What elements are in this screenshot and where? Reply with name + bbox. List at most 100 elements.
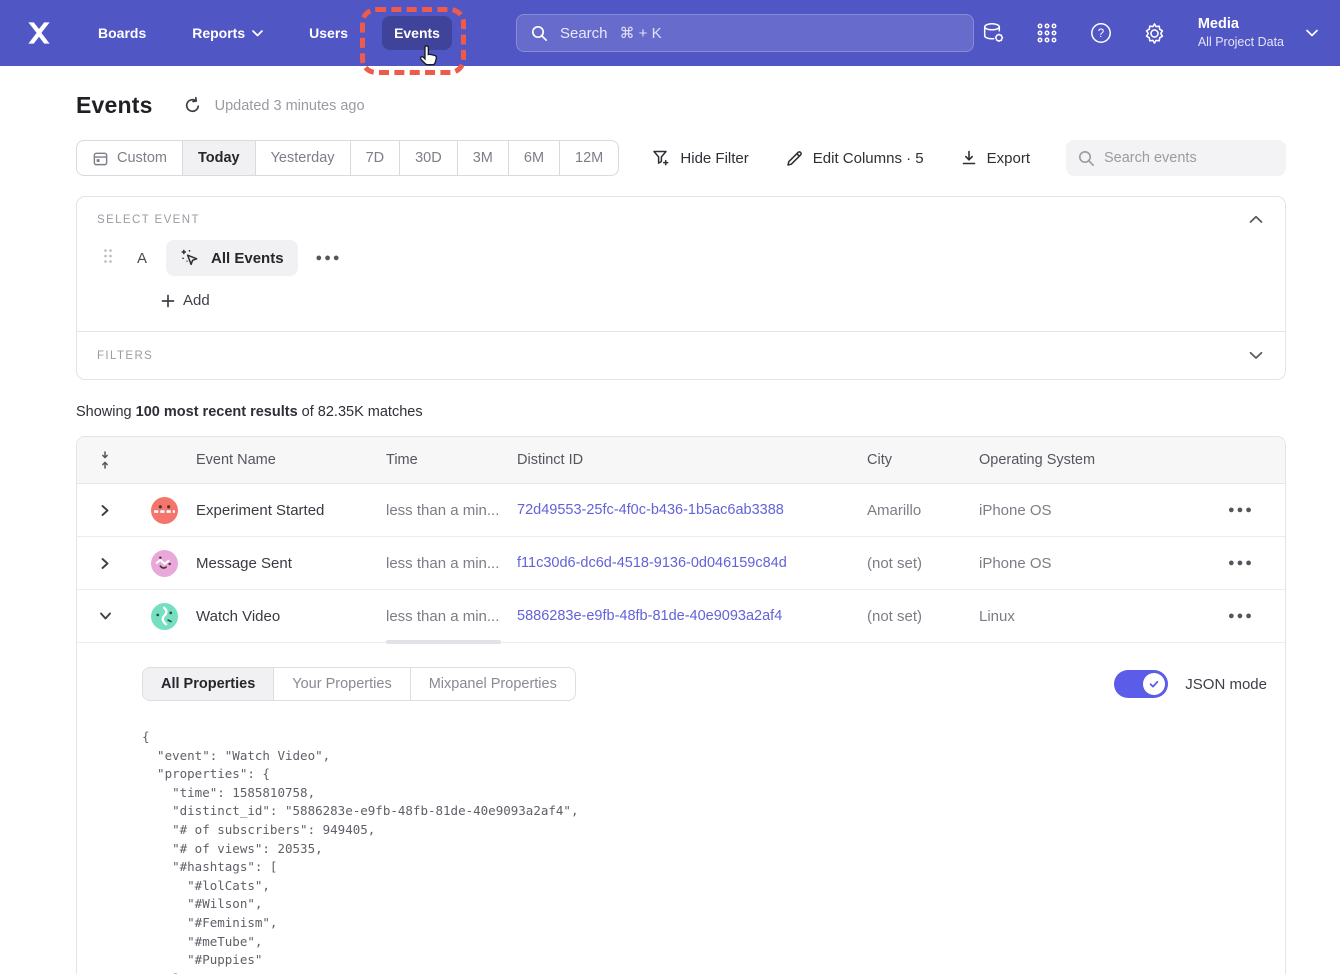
tab-your-properties-label: Your Properties <box>292 676 391 692</box>
nav-item-reports-label: Reports <box>192 25 245 41</box>
edit-columns-button[interactable]: Edit Columns · 5 <box>785 149 924 168</box>
json-mode-toggle[interactable] <box>1114 670 1168 698</box>
distinct-id-link[interactable]: 5886283e-e9fb-48fb-81de-40e9093a2af4 <box>517 608 867 624</box>
top-navbar: Boards Reports Users Events Search ⌘ + K <box>0 0 1340 66</box>
selected-event-label: All Events <box>211 250 284 267</box>
date-range-yesterday[interactable]: Yesterday <box>256 141 351 175</box>
date-range-control: Custom Today Yesterday 7D 30D 3M 6M 12M <box>76 140 619 176</box>
drag-handle[interactable] <box>97 244 119 273</box>
column-header-distinct-id[interactable]: Distinct ID <box>517 452 867 468</box>
export-button[interactable]: Export <box>960 149 1030 167</box>
date-range-7d-label: 7D <box>366 150 385 166</box>
tab-all-properties[interactable]: All Properties <box>143 668 274 700</box>
export-label: Export <box>987 150 1030 167</box>
column-header-time[interactable]: Time <box>386 452 517 468</box>
chevron-down-icon <box>1306 29 1318 37</box>
json-mode-control: JSON mode <box>1114 670 1267 698</box>
add-event-label: Add <box>183 292 210 309</box>
city-cell: (not set) <box>867 608 979 625</box>
calendar-icon <box>92 150 109 167</box>
nav-item-reports[interactable]: Reports <box>180 16 275 50</box>
refresh-button[interactable] <box>183 96 202 115</box>
tab-your-properties[interactable]: Your Properties <box>274 668 410 700</box>
tab-all-properties-label: All Properties <box>161 676 255 692</box>
date-range-30d-label: 30D <box>415 150 442 166</box>
mixpanel-logo-icon <box>26 20 52 46</box>
event-more-options-button[interactable]: ●●● <box>316 252 342 264</box>
events-table: Event Name Time Distinct ID City Operati… <box>76 436 1286 974</box>
expand-row-button[interactable] <box>77 504 133 517</box>
help-icon[interactable]: ? <box>1088 20 1114 46</box>
nav-item-boards[interactable]: Boards <box>86 16 158 50</box>
expand-row-button[interactable] <box>77 557 133 570</box>
date-range-30d[interactable]: 30D <box>400 141 458 175</box>
nav-item-events-label: Events <box>394 25 440 41</box>
row-more-options-button[interactable]: ●●● <box>1194 610 1285 622</box>
nav-item-boards-label: Boards <box>98 25 146 41</box>
mixpanel-logo[interactable] <box>22 16 56 50</box>
settings-gear-icon[interactable] <box>1142 20 1168 46</box>
row-detail-panel: All Properties Your Properties Mixpanel … <box>77 643 1285 974</box>
page-title: Events <box>76 92 153 119</box>
hide-filter-button[interactable]: Hide Filter <box>651 148 748 168</box>
date-range-12m[interactable]: 12M <box>560 141 618 175</box>
os-cell: Linux <box>979 608 1194 625</box>
download-icon <box>960 149 978 167</box>
nav-item-users-label: Users <box>309 25 348 41</box>
project-selector[interactable]: Media All Project Data <box>1198 15 1318 51</box>
row-more-options-button[interactable]: ●●● <box>1194 504 1285 516</box>
event-avatar <box>133 550 196 577</box>
plus-icon <box>161 294 175 308</box>
navbar-right: ? Media All Project Data <box>980 15 1318 51</box>
add-event-button[interactable]: Add <box>161 292 210 315</box>
search-icon <box>1078 150 1095 167</box>
collapse-all-sort-button[interactable] <box>77 450 133 470</box>
tab-mixpanel-properties-label: Mixpanel Properties <box>429 676 557 692</box>
clause-letter: A <box>137 250 147 267</box>
collapse-row-button[interactable] <box>77 611 133 621</box>
search-events-input[interactable] <box>1104 150 1264 166</box>
column-header-event-name[interactable]: Event Name <box>196 452 386 468</box>
tab-mixpanel-properties[interactable]: Mixpanel Properties <box>411 668 575 700</box>
results-prefix: Showing <box>76 404 136 420</box>
column-header-operating-system[interactable]: Operating System <box>979 452 1194 468</box>
city-cell: Amarillo <box>867 502 979 519</box>
date-range-12m-label: 12M <box>575 150 603 166</box>
distinct-id-link[interactable]: f11c30d6-dc6d-4518-9136-0d046159c84d <box>517 555 867 571</box>
chevron-right-icon <box>100 504 110 517</box>
date-range-today-label: Today <box>198 150 240 166</box>
magic-cursor-icon <box>180 248 201 269</box>
data-management-icon[interactable] <box>980 20 1006 46</box>
edit-columns-label: Edit Columns · 5 <box>813 150 924 167</box>
expand-filters-button[interactable] <box>1247 349 1265 362</box>
svg-text:?: ? <box>1098 28 1104 40</box>
table-row: Experiment Started less than a min... 72… <box>77 484 1285 537</box>
column-header-city[interactable]: City <box>867 452 979 468</box>
date-range-7d[interactable]: 7D <box>351 141 401 175</box>
nav-item-events[interactable]: Events <box>382 16 452 50</box>
apps-grid-icon[interactable] <box>1034 20 1060 46</box>
event-json-content: { "event": "Watch Video", "properties": … <box>142 728 1267 974</box>
toggle-knob <box>1143 673 1165 695</box>
row-more-options-button[interactable]: ●●● <box>1194 557 1285 569</box>
event-avatar <box>133 603 196 630</box>
chevron-down-icon <box>252 30 263 37</box>
date-range-custom-label: Custom <box>117 150 167 166</box>
collapse-section-button[interactable] <box>1247 213 1265 226</box>
global-search-label: Search <box>560 25 608 42</box>
event-name-cell: Message Sent <box>196 555 386 572</box>
date-range-today[interactable]: Today <box>183 141 256 175</box>
horizontal-scrollbar-thumb[interactable] <box>386 640 501 644</box>
distinct-id-link[interactable]: 72d49553-25fc-4f0c-b436-1b5ac6ab3388 <box>517 502 867 518</box>
json-mode-label: JSON mode <box>1185 676 1267 693</box>
date-range-3m[interactable]: 3M <box>458 141 509 175</box>
selection-highlight-box <box>360 7 466 75</box>
check-icon <box>1148 678 1160 690</box>
date-range-6m[interactable]: 6M <box>509 141 560 175</box>
date-range-custom[interactable]: Custom <box>77 141 183 175</box>
select-event-heading: SELECT EVENT <box>97 214 200 226</box>
event-selector-button[interactable]: All Events <box>166 240 298 276</box>
global-search-input[interactable]: Search ⌘ + K <box>516 14 974 52</box>
nav-item-users[interactable]: Users <box>297 16 360 50</box>
event-name-cell: Watch Video <box>196 608 386 625</box>
